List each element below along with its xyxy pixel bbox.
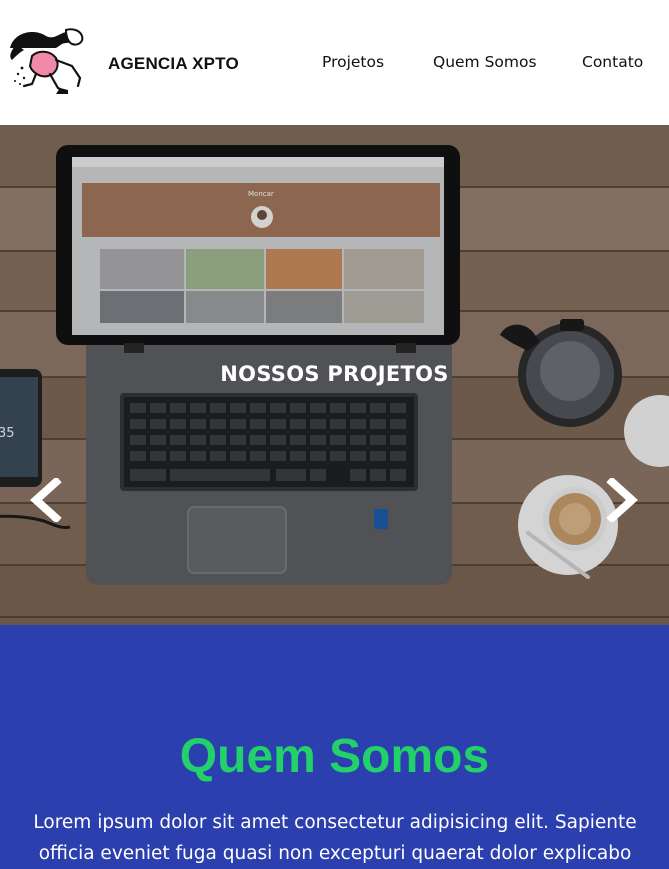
site-header: AGENCIA XPTO Projetos Quem Somos Contato bbox=[0, 0, 669, 125]
chevron-left-icon[interactable] bbox=[26, 478, 66, 522]
about-title: Quem Somos bbox=[179, 730, 490, 783]
brand-name[interactable]: AGENCIA XPTO bbox=[108, 54, 239, 74]
nav-link-quem-somos[interactable]: Quem Somos bbox=[433, 53, 537, 71]
about-text: Lorem ipsum dolor sit amet consectetur a… bbox=[33, 812, 637, 864]
nav-link-contato[interactable]: Contato bbox=[582, 53, 643, 71]
hero-background-image: 35 Moncar bbox=[0, 125, 669, 625]
about-section: Quem Somos Lorem ipsum dolor sit amet co… bbox=[0, 625, 669, 869]
hero-carousel: 35 Moncar bbox=[0, 125, 669, 625]
nav-link-projetos[interactable]: Projetos bbox=[322, 53, 384, 71]
chevron-right-icon[interactable] bbox=[602, 478, 642, 522]
logo-icon[interactable] bbox=[6, 26, 94, 98]
